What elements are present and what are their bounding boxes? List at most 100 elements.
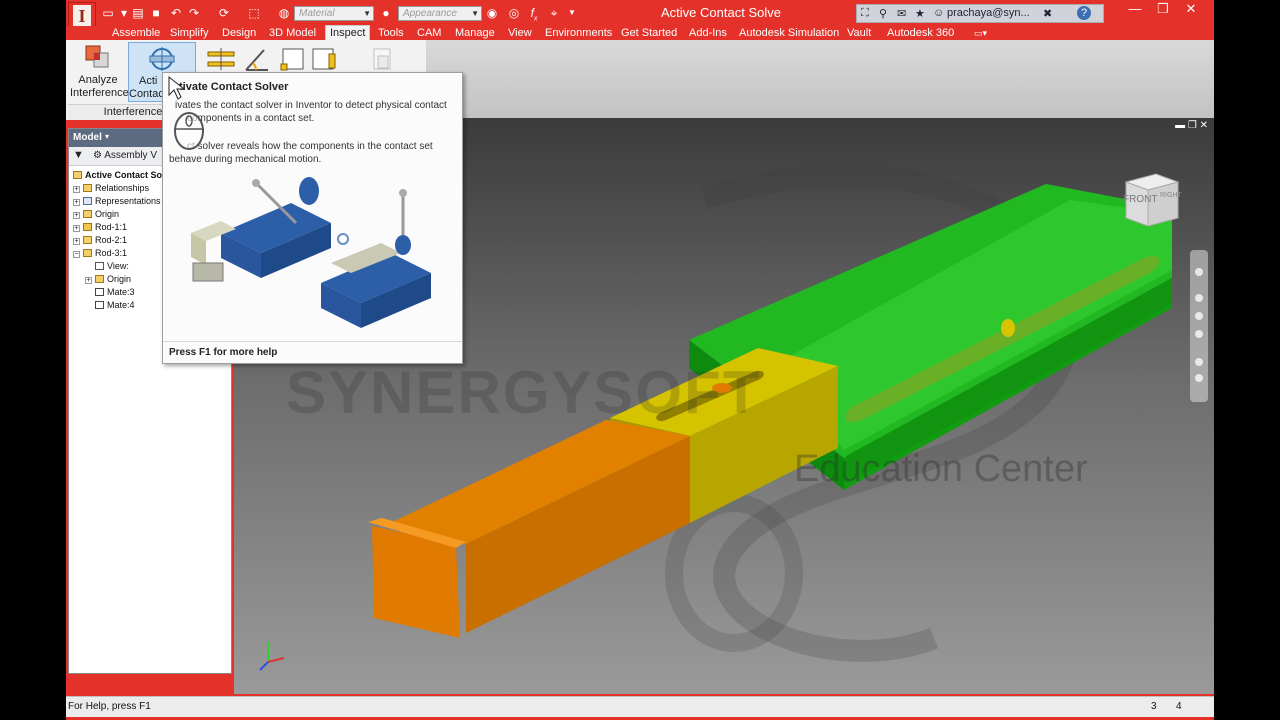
tree-item-relationships[interactable]: + Relationships	[73, 182, 149, 194]
analyze-interference-button[interactable]: Analyze Interference	[70, 42, 129, 102]
fx-parameters-icon[interactable]: fx	[526, 5, 542, 22]
tab-vault[interactable]: Vault	[847, 26, 871, 40]
ribbon-background	[426, 40, 1214, 120]
assembly-view-label: Assembly V	[104, 150, 157, 161]
expand-icon[interactable]: +	[73, 199, 80, 206]
tree-item-label: Representations	[95, 196, 161, 206]
grounded-part-icon	[83, 223, 92, 231]
tab-environments[interactable]: Environments	[545, 26, 612, 40]
tooltip-desc-2b: behave during mechanical motion.	[169, 154, 322, 165]
tree-item-label: Rod-2:1	[95, 235, 128, 245]
tab-manage[interactable]: Manage	[455, 26, 495, 40]
assembly-view-dropdown[interactable]: ⚙ Assembly V	[93, 150, 157, 161]
tab-add-ins[interactable]: Add-Ins	[689, 26, 727, 40]
ribbon-options-icon[interactable]: ▭▾	[974, 26, 987, 40]
slot-pin[interactable]	[1001, 319, 1015, 337]
tab-autodesk-simulation[interactable]: Autodesk Simulation	[739, 26, 839, 40]
material-dropdown[interactable]: Material ▼	[294, 6, 374, 21]
globe-icon[interactable]: ◍	[276, 5, 292, 21]
user-icon[interactable]: ☺	[933, 7, 944, 19]
axis-triad-icon	[259, 642, 285, 671]
analyze-interference-label-2: Interference	[70, 87, 129, 99]
watermark-subtext: Education Center	[794, 448, 1088, 490]
appearance-sphere-icon[interactable]: ●	[378, 5, 394, 21]
tree-item-rod-1[interactable]: + Rod-1:1	[73, 221, 127, 233]
open-folder-icon[interactable]: ▤	[130, 5, 146, 21]
customize-dropdown-icon[interactable]: ▼	[564, 5, 580, 21]
appearance-dropdown[interactable]: Appearance ▼	[398, 6, 482, 21]
status-help-text: For Help, press F1	[68, 701, 151, 712]
browser-title[interactable]: Model	[73, 132, 102, 143]
user-name[interactable]: prachaya@syn...	[947, 7, 1030, 19]
communication-icon[interactable]: ✉	[897, 7, 906, 20]
navigation-bar[interactable]	[1190, 250, 1208, 402]
zoom-icon[interactable]	[1195, 312, 1203, 320]
clear-appearance-icon[interactable]: ◉	[484, 5, 500, 21]
tree-item-assembly-root[interactable]: Active Contact So	[73, 169, 162, 181]
tab-simplify[interactable]: Simplify	[170, 26, 209, 40]
select-icon[interactable]: ⬚	[246, 5, 262, 21]
minimize-icon[interactable]: —	[1120, 0, 1150, 20]
tree-item-label: Mate:3	[107, 287, 135, 297]
undo-icon[interactable]: ↶	[168, 5, 184, 21]
restore-icon[interactable]: ❐	[1148, 0, 1178, 20]
viewcube-right-label[interactable]: RIGHT	[1160, 192, 1182, 199]
star-icon[interactable]: ★	[915, 7, 925, 20]
viewcube[interactable]: FRONT RIGHT	[1120, 168, 1182, 230]
orbit-icon[interactable]	[1195, 330, 1203, 338]
tab-autodesk-360[interactable]: Autodesk 360	[887, 26, 954, 40]
expand-icon[interactable]: +	[73, 225, 80, 232]
filter-icon[interactable]: ▼	[73, 149, 84, 161]
search-icon[interactable]: ⚲	[879, 7, 887, 20]
tab-design[interactable]: Design	[222, 26, 256, 40]
tab-cam[interactable]: CAM	[417, 26, 441, 40]
measure-angle-icon[interactable]	[242, 46, 272, 74]
folder-icon	[83, 184, 92, 192]
steering-wheel-icon[interactable]	[1195, 268, 1203, 276]
tab-3d-model[interactable]: 3D Model	[269, 26, 316, 40]
help-icon[interactable]: ?	[1077, 6, 1091, 20]
view-face-icon[interactable]	[1195, 374, 1203, 382]
appearance-placeholder: Appearance	[403, 8, 457, 19]
tree-item-rod3-origin[interactable]: + Origin	[85, 273, 131, 285]
status-count-a: 3	[1151, 701, 1157, 712]
measure-loop-icon[interactable]	[278, 46, 308, 74]
close-icon[interactable]: ✕	[1176, 0, 1206, 20]
update-icon[interactable]: ⟳	[216, 5, 232, 21]
expand-icon[interactable]: +	[73, 238, 80, 245]
tree-item-mate-3[interactable]: Mate:3	[95, 286, 135, 298]
viewcube-front-label[interactable]: FRONT	[1123, 194, 1157, 205]
tree-item-representations[interactable]: + Representations	[73, 195, 161, 207]
tab-assemble[interactable]: Assemble	[112, 26, 160, 40]
measure-distance-icon[interactable]	[206, 46, 236, 74]
look-at-icon[interactable]	[1195, 358, 1203, 366]
chevron-down-icon[interactable]: ▾	[105, 132, 109, 141]
adjust-appearance-icon[interactable]: ◎	[506, 5, 522, 21]
save-icon[interactable]: ■	[148, 5, 164, 21]
pan-icon[interactable]	[1195, 294, 1203, 302]
tree-item-origin[interactable]: + Origin	[73, 208, 119, 220]
redo-icon[interactable]: ↷	[186, 5, 202, 21]
assembly-icon	[73, 171, 82, 179]
tab-get-started[interactable]: Get Started	[621, 26, 677, 40]
tree-item-rod-2[interactable]: + Rod-2:1	[73, 234, 127, 246]
part-icon	[83, 249, 92, 257]
expand-icon[interactable]: +	[73, 186, 80, 193]
status-count-b: 4	[1176, 701, 1182, 712]
expand-icon[interactable]: +	[85, 277, 92, 284]
tree-item-mate-4[interactable]: Mate:4	[95, 299, 135, 311]
tree-item-view[interactable]: View:	[95, 260, 129, 272]
tree-item-rod-3[interactable]: − Rod-3:1	[73, 247, 127, 259]
tooltip-title: tivate Contact Solver	[179, 81, 289, 93]
chevron-down-icon: ▼	[471, 9, 479, 18]
binoculars-icon[interactable]: ⛶	[861, 7, 869, 20]
new-file-icon[interactable]: ▭	[100, 5, 116, 21]
ucs-icon[interactable]: ⌖	[546, 5, 562, 21]
expand-icon[interactable]: +	[73, 212, 80, 219]
exchange-icon[interactable]: ✖	[1043, 7, 1052, 20]
region-properties-icon[interactable]	[368, 46, 398, 74]
collapse-icon[interactable]: −	[73, 251, 80, 258]
tab-view[interactable]: View	[508, 26, 532, 40]
measure-area-icon[interactable]	[310, 46, 340, 74]
tab-tools[interactable]: Tools	[378, 26, 404, 40]
